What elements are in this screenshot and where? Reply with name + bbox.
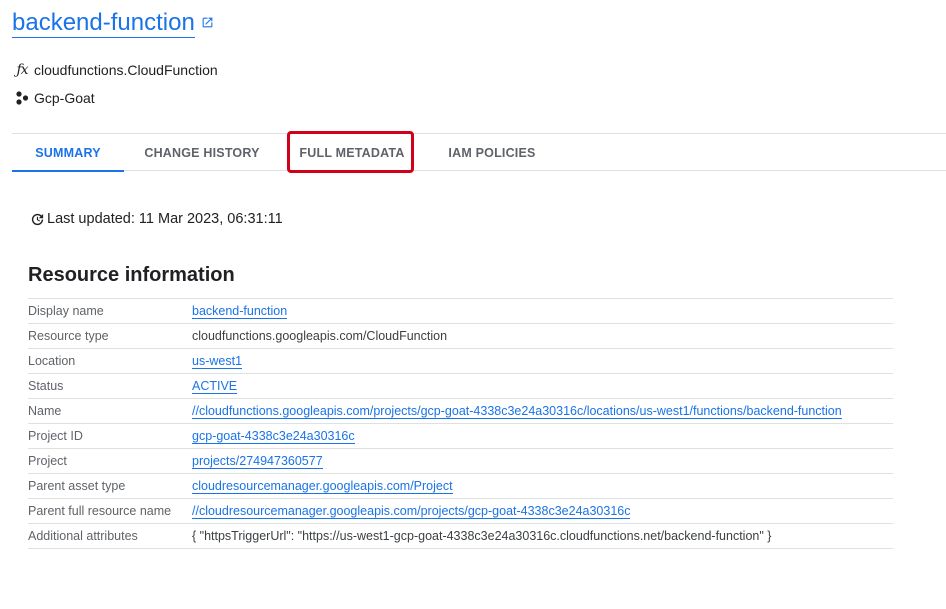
- last-updated-text: Last updated: 11 Mar 2023, 06:31:11: [47, 211, 283, 227]
- resource-type-line: ƒx cloudfunctions.CloudFunction: [14, 62, 218, 78]
- info-key: Project ID: [28, 429, 83, 443]
- tab-iam-policies[interactable]: IAM POLICIES: [436, 134, 548, 171]
- info-value-link[interactable]: cloudresourcemanager.googleapis.com/Proj…: [192, 479, 453, 494]
- info-key: Additional attributes: [28, 529, 138, 543]
- info-row-parent-asset-type: Parent asset type cloudresourcemanager.g…: [28, 474, 893, 499]
- resource-info-table: Display name backend-function Resource t…: [28, 298, 893, 549]
- title-row: backend-function: [12, 4, 214, 38]
- info-value[interactable]: gcp-goat-4338c3e24a30316c: [192, 426, 893, 446]
- info-value-link[interactable]: projects/274947360577: [192, 454, 323, 469]
- tab-summary[interactable]: SUMMARY: [12, 134, 124, 172]
- info-row-location: Location us-west1: [28, 349, 893, 374]
- info-key: Parent full resource name: [28, 504, 172, 518]
- info-key: Display name: [28, 304, 104, 318]
- project-icon: [14, 90, 30, 106]
- info-value[interactable]: projects/274947360577: [192, 451, 893, 471]
- project-text: Gcp-Goat: [34, 90, 95, 106]
- info-value[interactable]: //cloudfunctions.googleapis.com/projects…: [192, 401, 893, 421]
- tab-bar: SUMMARY CHANGE HISTORY FULL METADATA IAM…: [12, 133, 946, 172]
- info-row-project-id: Project ID gcp-goat-4338c3e24a30316c: [28, 424, 893, 449]
- function-icon: ƒx: [16, 62, 28, 78]
- resource-info-title: Resource information: [28, 264, 235, 286]
- resource-type-text: cloudfunctions.CloudFunction: [34, 62, 218, 78]
- info-key: Resource type: [28, 329, 109, 343]
- resource-title-link[interactable]: backend-function: [12, 9, 195, 38]
- info-key: Project: [28, 454, 67, 468]
- info-value: { "httpsTriggerUrl": "https://us-west1-g…: [192, 529, 772, 543]
- tab-full-metadata[interactable]: FULL METADATA: [290, 134, 414, 171]
- last-updated: Last updated: 11 Mar 2023, 06:31:11: [30, 211, 283, 227]
- info-key: Name: [28, 404, 62, 418]
- info-value[interactable]: ACTIVE: [192, 376, 893, 396]
- info-value: cloudfunctions.googleapis.com/CloudFunct…: [192, 329, 448, 343]
- info-value-link[interactable]: //cloudfunctions.googleapis.com/projects…: [192, 404, 842, 419]
- info-key: Parent asset type: [28, 479, 126, 493]
- info-row-resource-type: Resource type cloudfunctions.googleapis.…: [28, 324, 893, 349]
- info-value[interactable]: us-west1: [192, 351, 893, 371]
- info-value-link[interactable]: backend-function: [192, 304, 288, 319]
- open-external-icon[interactable]: [201, 16, 214, 29]
- info-row-name: Name //cloudfunctions.googleapis.com/pro…: [28, 399, 893, 424]
- info-value[interactable]: backend-function: [192, 301, 893, 321]
- info-row-project: Project projects/274947360577: [28, 449, 893, 474]
- project-line: Gcp-Goat: [14, 90, 95, 106]
- info-key: Location: [28, 354, 76, 368]
- info-value[interactable]: cloudresourcemanager.googleapis.com/Proj…: [192, 476, 893, 496]
- info-row-display-name: Display name backend-function: [28, 299, 893, 324]
- tab-change-history[interactable]: CHANGE HISTORY: [134, 134, 270, 171]
- info-row-parent-full-resource-name: Parent full resource name //cloudresourc…: [28, 499, 893, 524]
- info-value-link[interactable]: us-west1: [192, 354, 243, 369]
- info-row-status: Status ACTIVE: [28, 374, 893, 399]
- info-key: Status: [28, 379, 64, 393]
- info-value-link[interactable]: ACTIVE: [192, 379, 238, 394]
- info-value[interactable]: //cloudresourcemanager.googleapis.com/pr…: [192, 501, 893, 521]
- info-value-link[interactable]: //cloudresourcemanager.googleapis.com/pr…: [192, 504, 631, 519]
- info-value-link[interactable]: gcp-goat-4338c3e24a30316c: [192, 429, 355, 444]
- info-row-additional-attributes: Additional attributes { "httpsTriggerUrl…: [28, 524, 893, 549]
- refresh-clock-icon: [31, 213, 44, 225]
